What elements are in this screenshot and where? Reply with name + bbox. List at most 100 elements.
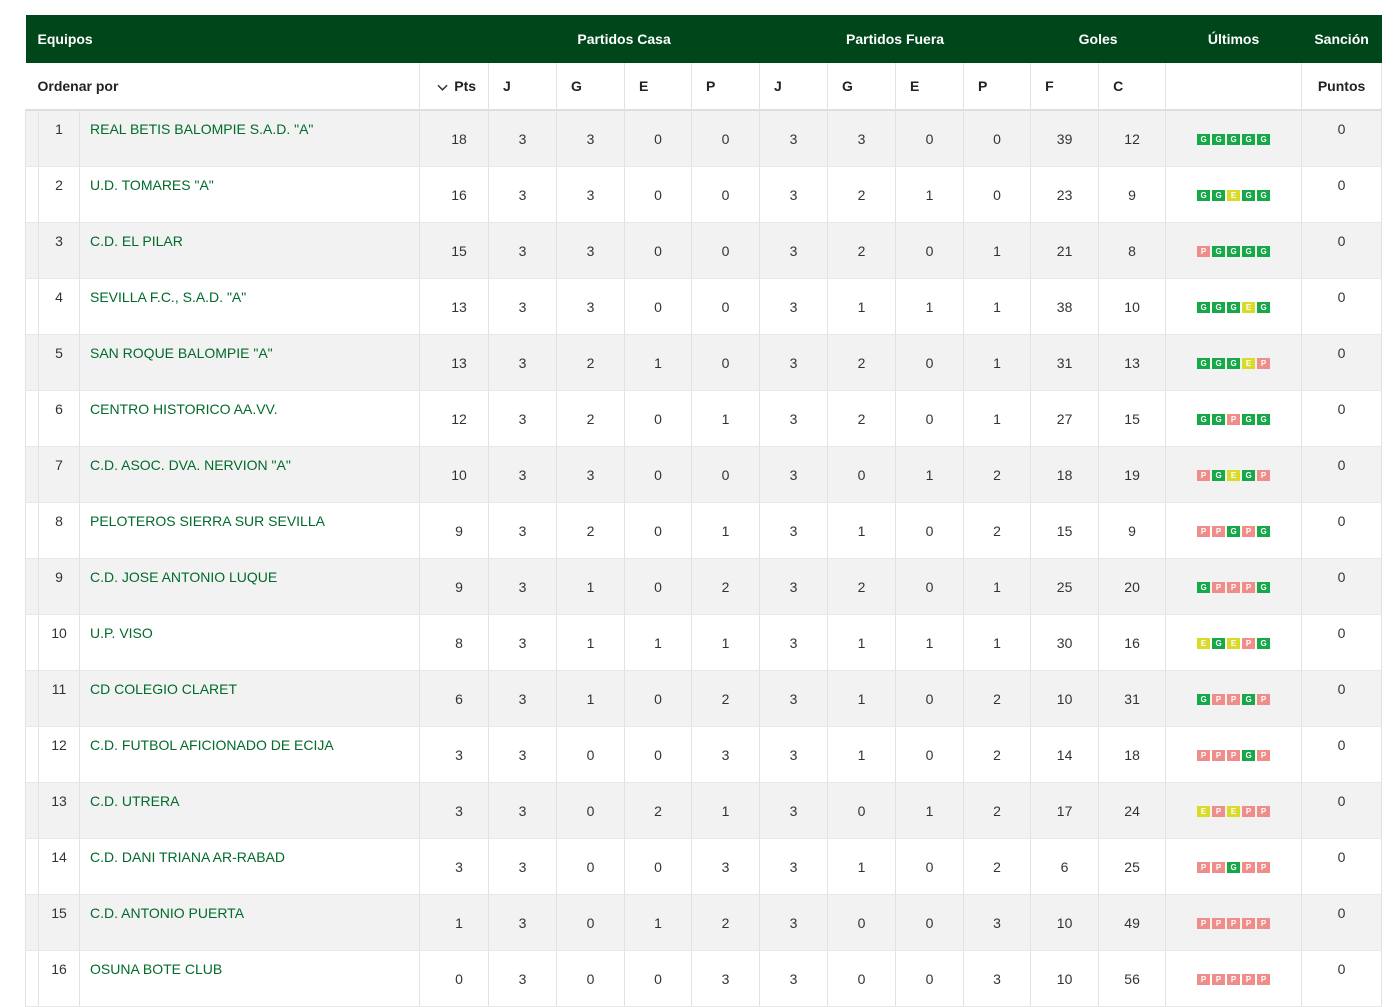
form-badge: G: [1212, 358, 1226, 370]
team-name-link[interactable]: C.D. DANI TRIANA AR-RABAD: [79, 838, 420, 895]
sancion-puntos-cell: 0: [1301, 502, 1383, 559]
away-p-cell: 3: [963, 950, 1032, 1007]
team-name-link[interactable]: SAN ROQUE BALOMPIE "A": [79, 334, 420, 391]
position-cell: 6: [38, 390, 80, 447]
home-p-cell: 2: [691, 558, 761, 615]
table-row: 8 PELOTEROS SIERRA SUR SEVILLA 9 3 2 0 1 3 1 0 2 15…: [25, 502, 1383, 559]
home-j-cell: 3: [488, 726, 558, 783]
team-name-link[interactable]: OSUNA BOTE CLUB: [79, 950, 420, 1007]
pts-cell: 9: [419, 558, 490, 615]
team-name-link[interactable]: PELOTEROS SIERRA SUR SEVILLA: [79, 502, 420, 559]
standings-table: Equipos Partidos Casa Partidos Fuera Gol…: [25, 15, 1383, 1007]
away-g-cell: 1: [827, 726, 897, 783]
form-badge: P: [1197, 918, 1211, 930]
form-badges: GPPPG: [1197, 582, 1271, 594]
table-row: 16 OSUNA BOTE CLUB 0 3 0 0 3 3 0 0 3 10 56 P P P P P 0: [25, 950, 1383, 1007]
team-name-link[interactable]: C.D. FUTBOL AFICIONADO DE ECIJA: [79, 726, 420, 783]
form-badge: P: [1227, 414, 1241, 426]
form-badge: G: [1197, 582, 1211, 594]
form-badge: G: [1257, 246, 1271, 258]
position-cell: 15: [38, 894, 80, 951]
form-badge: P: [1257, 694, 1271, 706]
team-name-link[interactable]: C.D. JOSE ANTONIO LUQUE: [79, 558, 420, 615]
sort-away-g-header[interactable]: G: [827, 63, 897, 111]
goles-f-cell: 27: [1030, 390, 1100, 447]
sort-pts-header[interactable]: Pts: [419, 63, 490, 111]
column-header-row: Ordenar por Pts J G E P J G E P F C Punt…: [25, 63, 1383, 111]
home-j-cell: 3: [488, 334, 558, 391]
team-name-link[interactable]: SEVILLA F.C., S.A.D. "A": [79, 278, 420, 335]
away-j-cell: 3: [759, 110, 829, 167]
away-g-cell: 0: [827, 782, 897, 839]
sancion-puntos-cell: 0: [1301, 670, 1383, 727]
sancion-puntos-cell: 0: [1301, 894, 1383, 951]
team-name-link[interactable]: REAL BETIS BALOMPIE S.A.D. "A": [79, 110, 420, 167]
team-name-link[interactable]: U.P. VISO: [79, 614, 420, 671]
team-name-link[interactable]: C.D. ASOC. DVA. NERVION "A": [79, 446, 420, 503]
team-name-link[interactable]: CENTRO HISTORICO AA.VV.: [79, 390, 420, 447]
sort-home-j-header[interactable]: J: [488, 63, 558, 111]
row-gutter: [25, 390, 39, 447]
away-j-cell: 3: [759, 502, 829, 559]
ultimos-cell: PPPPP: [1165, 950, 1303, 1007]
sort-goles-f-header[interactable]: F: [1030, 63, 1100, 111]
sort-puntos-header[interactable]: Puntos: [1301, 63, 1383, 111]
sort-goles-c-header[interactable]: C: [1098, 63, 1167, 111]
form-badge: P: [1212, 918, 1226, 930]
away-e-cell: 1: [895, 446, 965, 503]
team-name-link[interactable]: C.D. ANTONIO PUERTA: [79, 894, 420, 951]
form-badge: P: [1242, 526, 1256, 538]
home-j-cell: 3: [488, 782, 558, 839]
team-name-link[interactable]: CD COLEGIO CLARET: [79, 670, 420, 727]
row-gutter: [25, 278, 39, 335]
form-badge: P: [1227, 750, 1241, 762]
form-badge: P: [1227, 974, 1241, 986]
position-cell: 16: [38, 950, 80, 1007]
sort-home-g-header[interactable]: G: [556, 63, 626, 111]
form-badge: G: [1212, 302, 1226, 314]
pts-cell: 18: [419, 110, 490, 167]
sancion-puntos-cell: 0: [1301, 950, 1383, 1007]
table-row: 14 C.D. DANI TRIANA AR-RABAD 3 3 0 0 3 3 1 0 2 6 25 P…: [25, 838, 1383, 895]
header-partidos-casa: Partidos Casa: [488, 15, 760, 63]
home-j-cell: 3: [488, 950, 558, 1007]
away-g-cell: 0: [827, 894, 897, 951]
ultimos-cell: GGPGG: [1165, 390, 1303, 447]
sort-away-p-header[interactable]: P: [963, 63, 1032, 111]
home-e-cell: 0: [624, 166, 693, 223]
away-p-cell: 2: [963, 726, 1032, 783]
home-g-cell: 3: [556, 222, 626, 279]
form-badge: G: [1227, 526, 1241, 538]
sort-away-j-header[interactable]: J: [759, 63, 829, 111]
team-name-link[interactable]: U.D. TOMARES "A": [79, 166, 420, 223]
pts-cell: 16: [419, 166, 490, 223]
form-badges: PPPGP: [1197, 750, 1271, 762]
away-e-cell: 0: [895, 334, 965, 391]
goles-c-cell: 31: [1098, 670, 1167, 727]
goles-c-cell: 18: [1098, 726, 1167, 783]
goles-c-cell: 16: [1098, 614, 1167, 671]
form-badges: PGEGP: [1197, 470, 1271, 482]
sancion-puntos-cell: 0: [1301, 334, 1383, 391]
form-badges: PGGGG: [1197, 246, 1271, 258]
home-p-cell: 3: [691, 838, 761, 895]
home-p-cell: 1: [691, 782, 761, 839]
ultimos-cell: PPPPP: [1165, 894, 1303, 951]
ultimos-cell: PPPGP: [1165, 726, 1303, 783]
sort-home-e-header[interactable]: E: [624, 63, 693, 111]
ultimos-cell: GGGEG: [1165, 278, 1303, 335]
team-name-link[interactable]: C.D. UTRERA: [79, 782, 420, 839]
form-badge: G: [1242, 190, 1256, 202]
pts-cell: 15: [419, 222, 490, 279]
row-gutter: [25, 334, 39, 391]
table-row: 10 U.P. VISO 8 3 1 1 1 3 1 1 1 30 16 E G E P G 0: [25, 614, 1383, 671]
away-g-cell: 2: [827, 558, 897, 615]
team-name-link[interactable]: C.D. EL PILAR: [79, 222, 420, 279]
form-badge: P: [1212, 862, 1226, 874]
sort-away-e-header[interactable]: E: [895, 63, 965, 111]
home-g-cell: 1: [556, 558, 626, 615]
away-j-cell: 3: [759, 334, 829, 391]
home-e-cell: 0: [624, 278, 693, 335]
sort-home-p-header[interactable]: P: [691, 63, 761, 111]
home-j-cell: 3: [488, 222, 558, 279]
